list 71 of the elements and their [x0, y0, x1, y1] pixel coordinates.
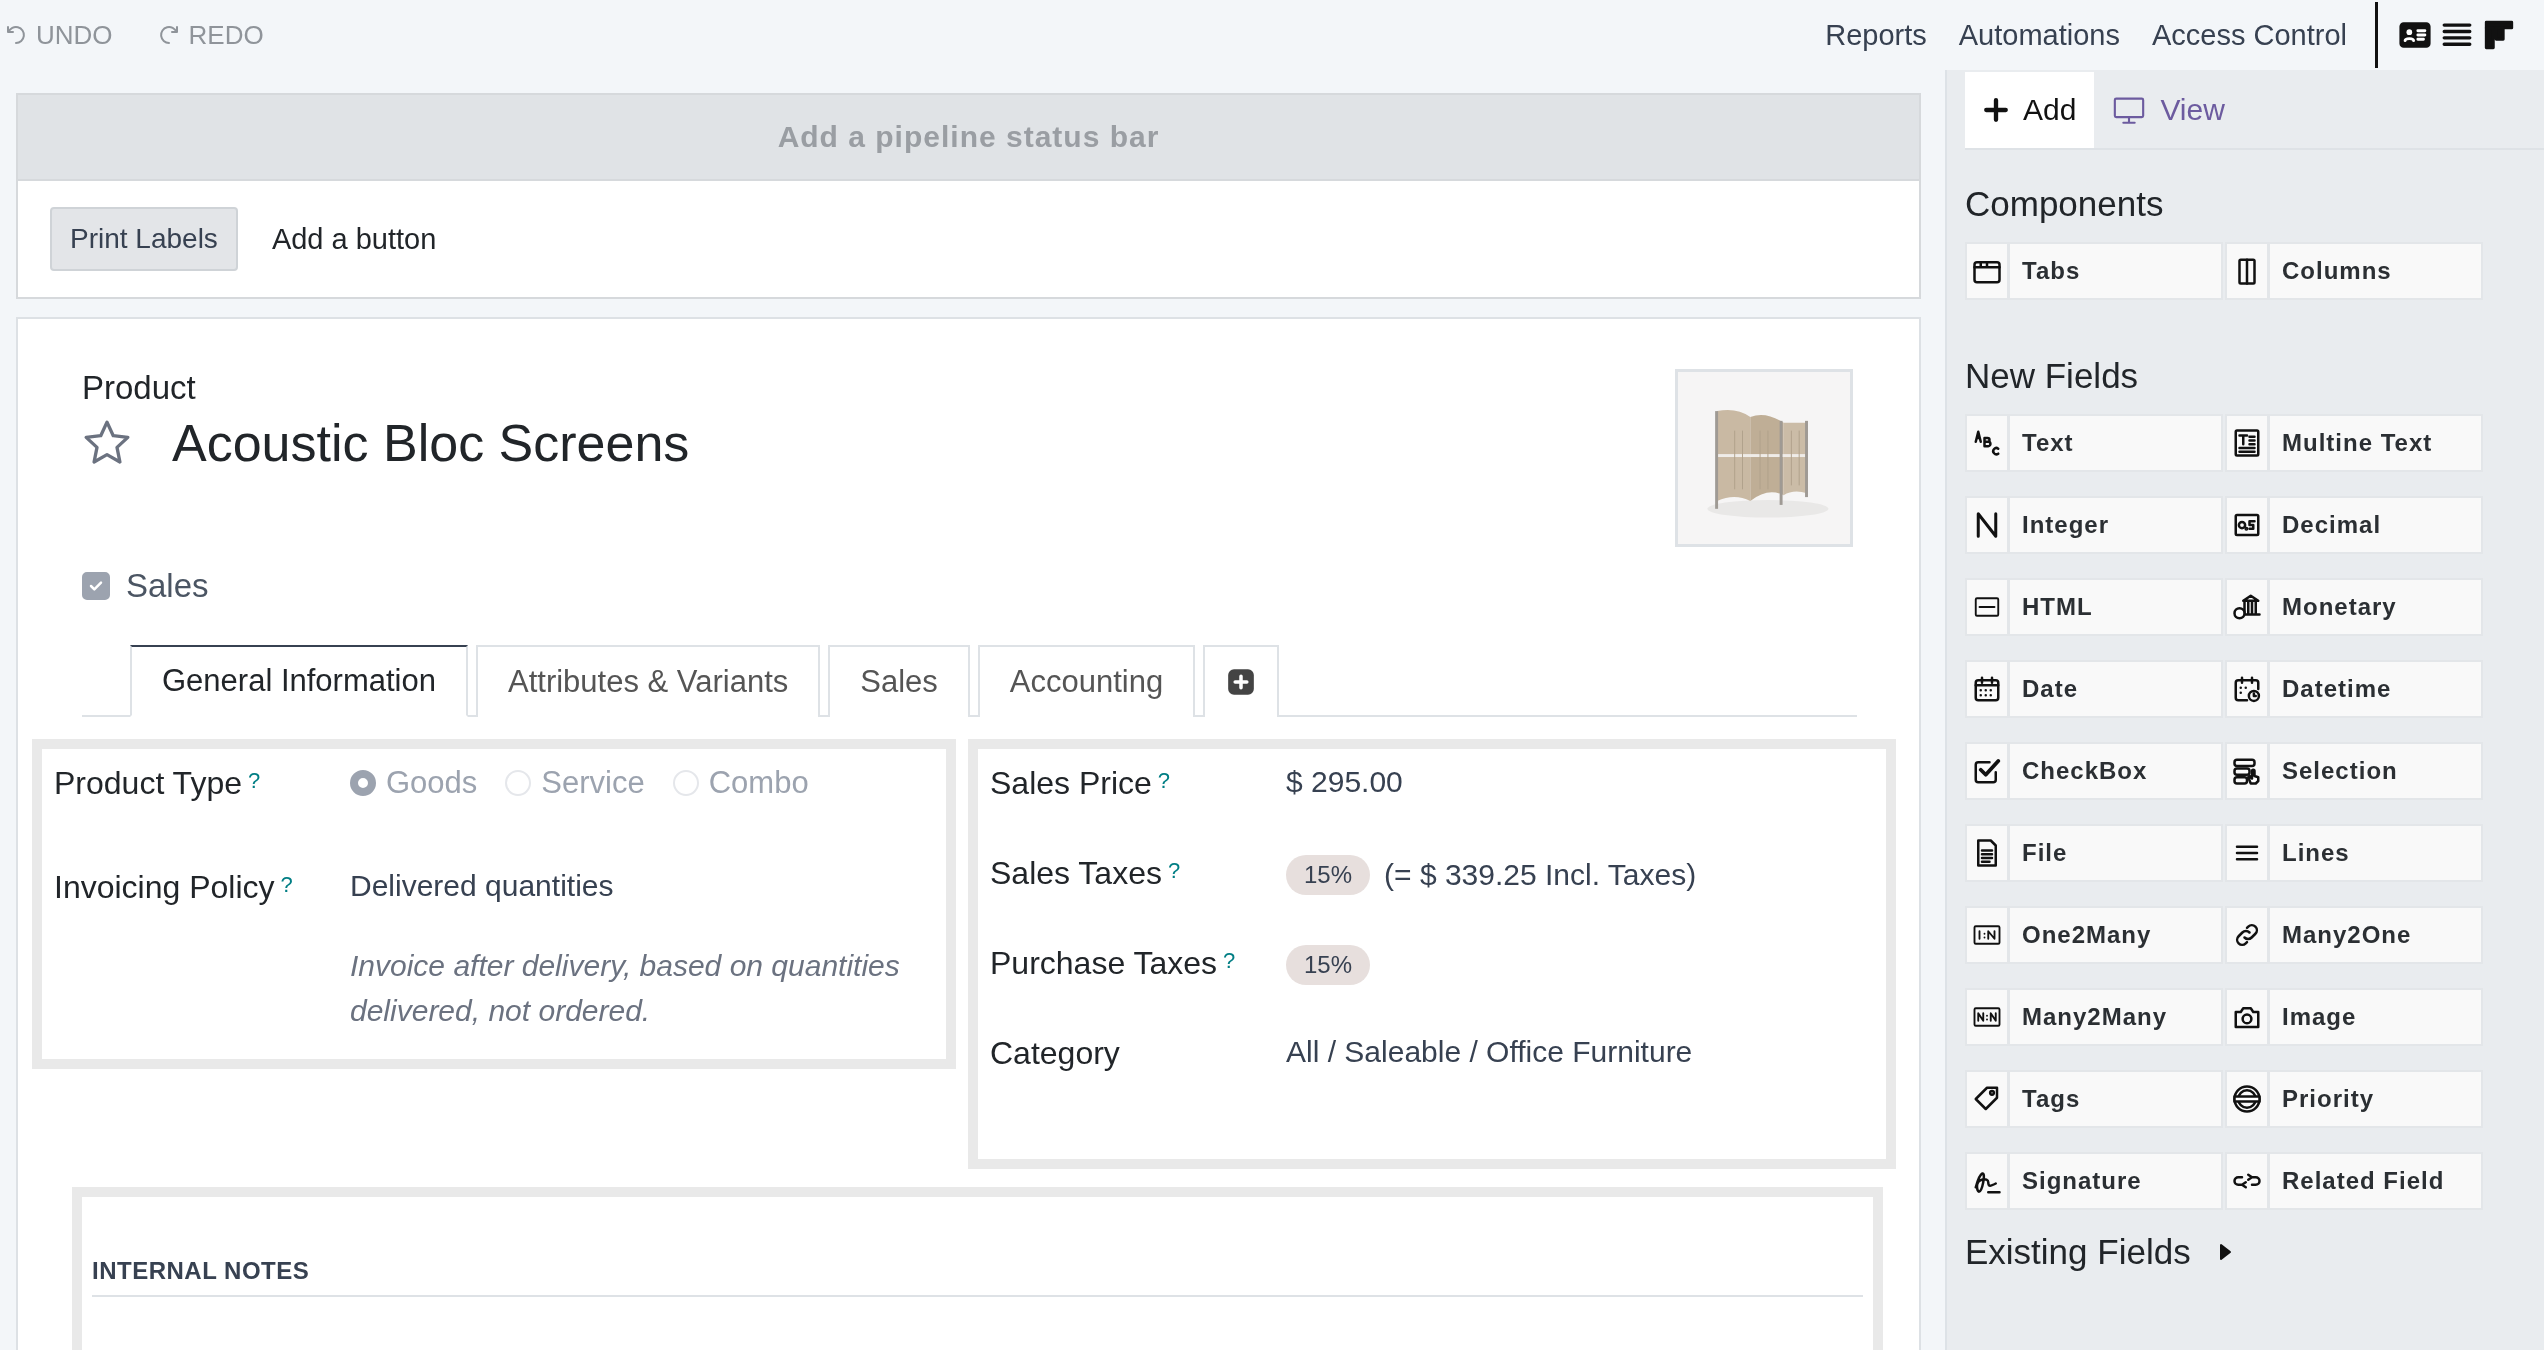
- plus-square-icon: [1227, 668, 1256, 696]
- field-type-item[interactable]: Monetary: [2225, 578, 2483, 636]
- field-type-item[interactable]: Tabs: [1965, 242, 2223, 300]
- model-label: Product: [82, 369, 197, 407]
- field-type-item[interactable]: Columns: [2225, 242, 2483, 300]
- checkbox-icon: [1972, 756, 2002, 786]
- existing-fields-toggle[interactable]: Existing Fields: [1965, 1232, 2237, 1272]
- field-type-item[interactable]: Integer: [1965, 496, 2223, 554]
- calendar-clock-icon: [2232, 674, 2262, 704]
- form-tab[interactable]: General Information: [130, 645, 468, 717]
- list-pointer-icon: [2232, 756, 2262, 786]
- help-mark[interactable]: ?: [1167, 857, 1181, 883]
- field-type-item[interactable]: Tags: [1965, 1070, 2223, 1128]
- field-type-item[interactable]: File: [1965, 824, 2223, 882]
- field-type-item[interactable]: Lines: [2225, 824, 2483, 882]
- tax-tag: 15%: [1286, 945, 1371, 985]
- print-labels-button[interactable]: Print Labels: [50, 207, 238, 271]
- help-mark[interactable]: ?: [1157, 767, 1171, 793]
- field-value: All / Saleable / Office Furniture: [1286, 1035, 1693, 1069]
- add-button-link[interactable]: Add a button: [265, 221, 443, 257]
- text-document-icon: [2232, 428, 2262, 458]
- kanban-icon: [2482, 18, 2516, 52]
- field-type-item[interactable]: Text: [1965, 414, 2223, 472]
- help-mark[interactable]: ?: [247, 767, 261, 793]
- sales-checkbox[interactable]: Sales: [82, 567, 1903, 605]
- field-type-item[interactable]: Many2Many: [1965, 988, 2223, 1046]
- calendar-icon: [1972, 674, 2002, 704]
- add-tab-button[interactable]: [1203, 645, 1280, 717]
- field-value: Delivered quantities: [350, 869, 614, 903]
- field-label: Category: [990, 1035, 1120, 1071]
- field-type-item[interactable]: Multine Text: [2225, 414, 2483, 472]
- field-type-item[interactable]: Date: [1965, 660, 2223, 718]
- help-mark[interactable]: ?: [280, 871, 293, 897]
- menu-item[interactable]: Automations: [1942, 18, 2136, 52]
- field-label: Product Type: [54, 765, 242, 801]
- field-type-item[interactable]: Decimal: [2225, 496, 2483, 554]
- field-type-item[interactable]: Many2One: [2225, 906, 2483, 964]
- field-type-item[interactable]: Priority: [2225, 1070, 2483, 1128]
- tax-included-text: (= $ 339.25 Incl. Taxes): [1384, 858, 1697, 892]
- field-label: Purchase Taxes: [990, 945, 1218, 981]
- field-type-item[interactable]: HTML: [1965, 578, 2223, 636]
- field-type-item[interactable]: Signature: [1965, 1152, 2223, 1210]
- bank-coin-icon: [2232, 592, 2262, 622]
- help-mark[interactable]: ?: [1223, 947, 1236, 973]
- form-tab[interactable]: Accounting: [977, 645, 1196, 717]
- field-type-item[interactable]: Related Field: [2225, 1152, 2483, 1210]
- field-label: Invoicing Policy: [54, 869, 275, 905]
- section-heading: New Fields: [1965, 356, 2140, 396]
- seal-icon: [2232, 1084, 2262, 1114]
- internal-notes-label: INTERNAL NOTES: [92, 1257, 1863, 1297]
- field-type-item[interactable]: Selection: [2225, 742, 2483, 800]
- field-type-item[interactable]: One2Many: [1965, 906, 2223, 964]
- sidebar-tab[interactable]: Add: [1965, 72, 2095, 148]
- undo-arrow-icon: [4, 23, 28, 47]
- field-label: Sales Taxes: [990, 855, 1162, 891]
- field-type-item[interactable]: Datetime: [2225, 660, 2483, 718]
- field-label: Sales Price: [990, 765, 1152, 801]
- letters-icon: [1972, 428, 2002, 458]
- plus-icon: [1983, 97, 2009, 123]
- menu-item[interactable]: Reports: [1809, 18, 1943, 52]
- tax-tag: 15%: [1286, 855, 1371, 895]
- field-value: $ 295.00: [1286, 765, 1403, 799]
- field-note: Invoice after delivery, based on quantities delivered, not ordered.: [350, 948, 901, 1029]
- section-heading: Components: [1965, 184, 2165, 224]
- product-title: Acoustic Bloc Screens: [172, 413, 690, 473]
- field-type-item[interactable]: Image: [2225, 988, 2483, 1046]
- form-tab[interactable]: Attributes & Variants: [476, 645, 821, 717]
- form-tab[interactable]: Sales: [828, 645, 970, 717]
- menu-item[interactable]: Access Control: [2136, 18, 2363, 52]
- field-type-item[interactable]: CheckBox: [1965, 742, 2223, 800]
- sidebar-tab[interactable]: View: [2094, 72, 2243, 148]
